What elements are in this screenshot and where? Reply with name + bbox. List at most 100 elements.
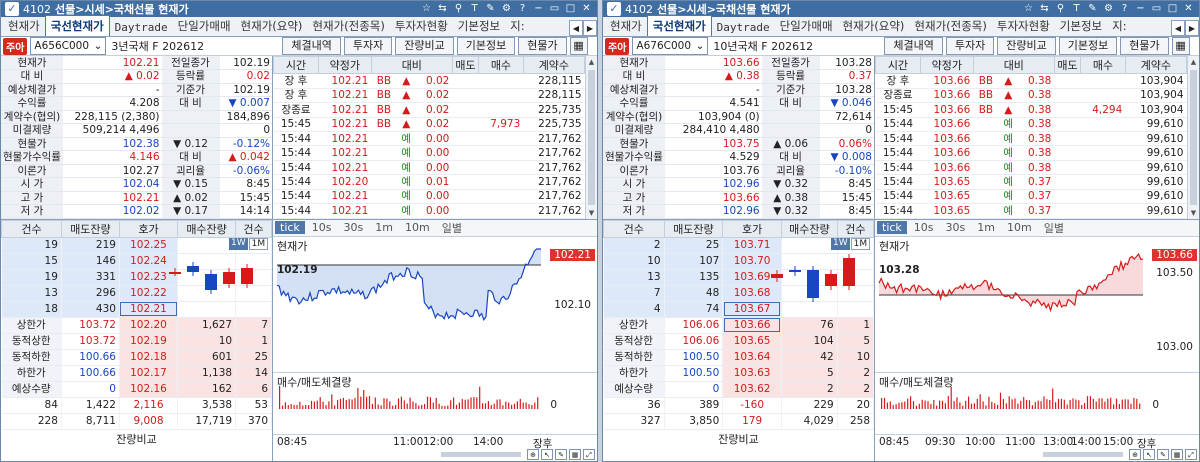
toolbar-button-2[interactable]: 잔량비교 (997, 37, 1056, 55)
link-icon[interactable]: ⇆ (436, 2, 449, 16)
chart-tab-0[interactable]: tick (877, 221, 907, 234)
tick-header[interactable]: 매수 (1080, 55, 1126, 75)
price-line[interactable] (273, 237, 593, 373)
settings-icon[interactable]: ⚙ (1102, 2, 1115, 16)
table-row[interactable]: 15:44 103.66 예 0.38 99,610 (875, 131, 1187, 147)
table-row[interactable]: 15:44 102.21 예 0.00 217,762 (273, 189, 585, 205)
toolbar-button-0[interactable]: 체결내역 (884, 37, 943, 55)
tick-header[interactable]: 대비 (370, 55, 453, 75)
bid-row[interactable]: 예상수량 0 103.62 2 2 (603, 381, 875, 398)
price-line[interactable] (875, 237, 1195, 373)
toolbar-button-1[interactable]: 투자자 (945, 37, 995, 55)
tick-header[interactable]: 계약수 (1124, 55, 1188, 75)
bid-price[interactable]: 102.20 (119, 317, 179, 334)
tick-header[interactable]: 시간 (273, 55, 319, 75)
chart-tab-5[interactable]: 일별 (437, 220, 467, 236)
chart-tab-1[interactable]: 10s (909, 221, 939, 234)
bid-price[interactable]: 103.64 (722, 349, 782, 366)
scroll-up-icon[interactable]: ▲ (1188, 56, 1199, 68)
maximize-icon[interactable]: □ (1166, 2, 1179, 16)
table-row[interactable]: 장 후 103.66 BB ▲ 0.38 103,904 (875, 73, 1187, 89)
table-row[interactable]: 15:44 103.66 예 0.38 99,610 (875, 160, 1187, 176)
tab-7[interactable]: 기본정보 (453, 16, 505, 36)
tab-6[interactable]: 투자자현황 (390, 16, 453, 36)
toolbar-button-4[interactable]: 현물가 (518, 37, 567, 55)
chevron-down-icon[interactable]: ⌄ (696, 40, 705, 52)
tab-prev-icon[interactable]: ◀ (569, 20, 583, 36)
edit-icon[interactable]: ✎ (1086, 2, 1099, 16)
tick-header[interactable]: 매도 (1053, 55, 1082, 75)
tab-0[interactable]: 현재가 (605, 16, 647, 36)
settings-icon[interactable]: ⚙ (500, 2, 513, 16)
tab-0[interactable]: 현재가 (3, 16, 45, 36)
bid-price[interactable]: 103.66 (722, 317, 782, 334)
table-row[interactable]: 장종료 102.21 BB ▲ 0.02 225,735 (273, 102, 585, 118)
mode-1w[interactable]: 1W (831, 237, 850, 250)
window-icon[interactable]: ▭ (1150, 2, 1163, 16)
cursor-icon[interactable]: ↖ (541, 449, 553, 460)
tick-header[interactable]: 대비 (972, 55, 1055, 75)
table-row[interactable]: 15:44 102.21 예 0.00 217,762 (273, 130, 585, 147)
tab-5[interactable]: 현재가(전종목) (909, 16, 991, 36)
share-icon[interactable]: ⚲ (452, 2, 465, 16)
maximize-icon[interactable]: □ (564, 2, 577, 16)
chart-tab-3[interactable]: 1m (370, 221, 398, 234)
close-icon[interactable]: ✕ (580, 2, 593, 16)
table-row[interactable]: 15:44 102.21 예 0.00 217,762 (273, 160, 585, 176)
bid-row[interactable]: 동적하한 100.66 102.18 601 25 (1, 349, 272, 366)
tab-8[interactable]: 지: (1107, 16, 1131, 36)
table-row[interactable]: 15:44 102.21 예 0.00 217,762 (273, 145, 585, 161)
table-row[interactable]: 15:44 103.66 예 0.38 99,610 (875, 145, 1187, 161)
pen-icon[interactable]: ✎ (555, 449, 567, 460)
balance-compare-link[interactable]: 잔량비교 (603, 430, 874, 447)
toolbar-button-3[interactable]: 기본정보 (456, 37, 516, 55)
toolbar-button-3[interactable]: 기본정보 (1058, 37, 1118, 55)
star-icon[interactable]: ☆ (420, 2, 433, 16)
table-row[interactable]: 장종료 103.66 BB ▲ 0.38 103,904 (875, 88, 1187, 104)
expand-icon[interactable]: ⤢ (1185, 449, 1197, 460)
minimize-icon[interactable]: − (532, 2, 545, 16)
toolbar-button-4[interactable]: 현물가 (1120, 37, 1169, 55)
bid-row[interactable]: 하한가 100.66 102.17 1,138 14 (1, 365, 272, 382)
tick-header[interactable]: 매수 (478, 55, 524, 75)
table-row[interactable]: 15:44 103.65 예 0.37 99,610 (875, 189, 1187, 205)
chart-tab-2[interactable]: 30s (941, 221, 971, 234)
toolbar-button-0[interactable]: 체결내역 (282, 37, 341, 55)
tick-scrollbar[interactable]: ▲ ▼ (585, 56, 597, 219)
bid-price[interactable]: 103.65 (722, 333, 782, 350)
toolbar-button-1[interactable]: 투자자 (343, 37, 393, 55)
tab-1[interactable]: 국선현재가 (646, 15, 712, 36)
star-icon[interactable]: ☆ (1022, 2, 1035, 16)
bid-row[interactable]: 상한가 106.06 103.66 76 1 (603, 317, 875, 334)
grid-small-icon[interactable]: ▦ (1171, 449, 1183, 460)
tab-7[interactable]: 기본정보 (1055, 16, 1107, 36)
chart-scroll[interactable] (441, 452, 521, 457)
tab-prev-icon[interactable]: ◀ (1171, 20, 1185, 36)
table-row[interactable]: 15:44 103.66 예 0.38 99,610 (875, 116, 1187, 132)
chart-tab-4[interactable]: 10m (1002, 221, 1037, 234)
table-row[interactable]: 15:44 102.20 예 0.01 217,762 (273, 174, 585, 190)
edit-icon[interactable]: ✎ (484, 2, 497, 16)
tab-2[interactable]: Daytrade (712, 19, 775, 36)
scroll-down-icon[interactable]: ▼ (1188, 207, 1199, 219)
bid-price[interactable]: 103.62 (722, 381, 782, 398)
mode-1m[interactable]: 1M (248, 237, 269, 250)
window-icon[interactable]: ▭ (548, 2, 561, 16)
chart-tab-1[interactable]: 10s (307, 221, 337, 234)
table-row[interactable]: 15:45 102.21 BB ▲ 0.02 7,973 225,735 (273, 117, 585, 132)
pen-icon[interactable]: ✎ (1157, 449, 1169, 460)
chart-scroll[interactable] (1043, 452, 1123, 457)
tick-header[interactable]: 시간 (875, 55, 921, 75)
tick-header[interactable]: 매도 (451, 55, 480, 75)
tab-5[interactable]: 현재가(전종목) (307, 16, 389, 36)
chart-tab-3[interactable]: 1m (972, 221, 1000, 234)
bid-price[interactable]: 103.63 (722, 365, 782, 382)
help-icon[interactable]: ? (516, 2, 529, 16)
text-icon[interactable]: T (1070, 2, 1083, 16)
table-row[interactable]: 15:44 103.65 예 0.37 99,610 (875, 174, 1187, 190)
code-input[interactable]: A656C000 ⌄ (30, 37, 107, 55)
table-row[interactable]: 15:45 103.66 BB ▲ 0.38 4,294 103,904 (875, 102, 1187, 118)
close-icon[interactable]: ✕ (1182, 2, 1195, 16)
zoom-icon[interactable]: ⊕ (1129, 449, 1141, 460)
bid-price[interactable]: 102.17 (119, 365, 179, 382)
